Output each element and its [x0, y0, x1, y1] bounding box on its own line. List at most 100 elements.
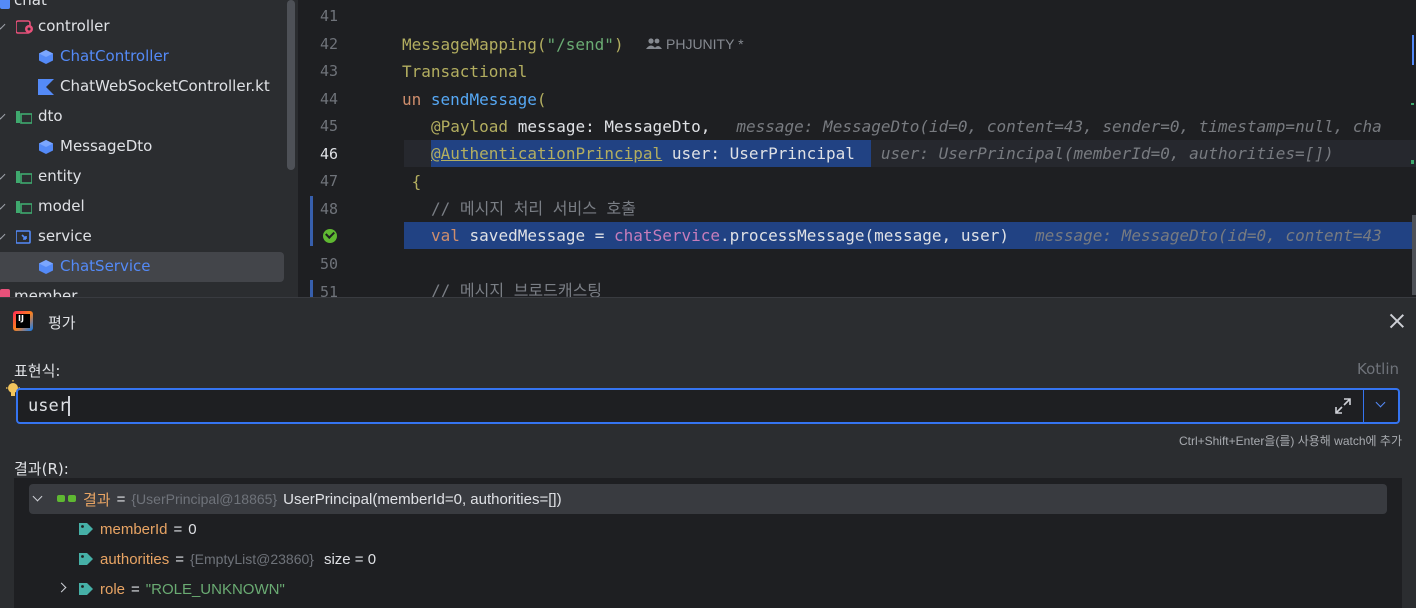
- result-field-row[interactable]: memberId = 0: [78, 514, 197, 544]
- line-number: 50: [319, 255, 338, 273]
- annotation-token: ): [613, 35, 624, 54]
- divider: [1363, 390, 1364, 422]
- line-number: 41: [319, 7, 338, 25]
- vcs-change-marker[interactable]: [310, 280, 313, 297]
- result-root-row[interactable]: 결과 = {UserPrincipal@18865} UserPrincipal…: [29, 484, 1387, 514]
- package-icon: [16, 199, 33, 215]
- class-icon: [38, 259, 54, 275]
- line-number: 47: [319, 172, 338, 190]
- line-number: 44: [319, 90, 338, 108]
- code-text: savedMessage =: [459, 226, 615, 245]
- annotation-token: Transactional: [402, 62, 528, 81]
- line-number: 46: [319, 145, 338, 163]
- tree-item-label: ChatWebSocketController.kt: [60, 77, 270, 95]
- tree-item-label: ChatController: [60, 47, 169, 65]
- tree-item-chatwebsocketcontroller[interactable]: ChatWebSocketController.kt: [0, 72, 284, 102]
- tree-item-member[interactable]: member: [0, 282, 284, 297]
- chevron-down-icon[interactable]: [0, 171, 6, 181]
- kotlin-file-icon: [38, 79, 54, 95]
- tree-item-label: model: [38, 197, 85, 215]
- brace-token: {: [402, 172, 422, 191]
- comment-token: // 메시지 처리 서비스 호출: [431, 199, 636, 218]
- annotation-token: MessageMapping(: [402, 35, 547, 54]
- result-name: 결과: [83, 491, 111, 509]
- tree-scrollbar[interactable]: [287, 0, 295, 170]
- tree-item-chatservice[interactable]: ChatService: [0, 252, 284, 282]
- equals-sign: =: [131, 580, 140, 598]
- field-name: authorities: [100, 550, 170, 568]
- object-ref: {UserPrincipal@18865}: [131, 491, 278, 507]
- code-text: message: MessageDto,: [508, 117, 711, 136]
- inline-debug-hint: user: UserPrincipal(memberId=0, authorit…: [880, 144, 1334, 163]
- result-field-row[interactable]: role = "ROLE_UNKNOWN": [58, 574, 285, 604]
- tree-item-label: chat: [14, 0, 47, 9]
- field-value: "ROLE_UNKNOWN": [145, 580, 285, 598]
- tree-item-messagedto[interactable]: MessageDto: [0, 132, 284, 162]
- tree-item-controller[interactable]: controller: [0, 12, 284, 42]
- code-line-45: @Payload message: MessageDto, message: Me…: [431, 113, 1382, 140]
- field-name: memberId: [100, 520, 168, 538]
- tree-item-chatcontroller[interactable]: ChatController: [0, 42, 284, 72]
- language-selector[interactable]: Kotlin: [1357, 360, 1399, 378]
- tree-item-label: ChatService: [60, 257, 151, 275]
- field-tag-icon: [78, 522, 94, 536]
- watch-glasses-icon: [57, 494, 77, 504]
- code-line-51: // 메시지 브로드캐스팅: [431, 277, 602, 297]
- expression-input[interactable]: user: [16, 388, 1400, 424]
- folder-icon: [0, 0, 10, 9]
- code-line-48: // 메시지 처리 서비스 호출: [431, 195, 636, 222]
- tree-item-label: entity: [38, 167, 82, 185]
- paren-token: (: [536, 90, 547, 109]
- annotation-token: @AuthenticationPrincipal: [431, 144, 663, 163]
- chevron-down-icon[interactable]: [0, 201, 6, 211]
- package-icon: [16, 109, 33, 125]
- author-name: PHJUNITY *: [666, 36, 744, 52]
- code-editor[interactable]: 41 42 43 44 45 46 47 48 50 51 MessageMap…: [298, 0, 1416, 297]
- text-caret: [68, 396, 70, 416]
- expression-value: user: [28, 396, 69, 416]
- line-number: 51: [319, 283, 338, 297]
- tree-item-label: service: [38, 227, 92, 245]
- field-extra: size = 0: [323, 550, 377, 568]
- code-line-43: Transactional: [402, 58, 527, 85]
- scroll-marker: [1411, 160, 1414, 164]
- line-number: 45: [319, 117, 338, 135]
- tree-item-dto[interactable]: dto: [0, 102, 284, 132]
- chevron-down-icon[interactable]: [0, 21, 6, 31]
- code-text: user: UserPrincipal: [662, 144, 855, 163]
- editor-scrollbar[interactable]: [1412, 215, 1416, 295]
- expression-label: 표현식:: [14, 362, 61, 380]
- chevron-down-icon[interactable]: [0, 111, 6, 121]
- chevron-right-icon[interactable]: [58, 583, 68, 593]
- editor-gutter[interactable]: 41 42 43 44 45 46 47 48 50 51: [298, 0, 404, 297]
- field-tag-icon: [78, 582, 94, 596]
- scroll-marker: [1412, 35, 1414, 65]
- chevron-down-icon[interactable]: [33, 494, 43, 504]
- function-token: sendMessage: [430, 90, 537, 109]
- code-text: .processMessage(message, user): [720, 226, 1009, 245]
- vcs-change-marker[interactable]: [310, 196, 313, 246]
- class-icon: [38, 139, 54, 155]
- tree-item-label: MessageDto: [60, 137, 153, 155]
- folder-icon: [0, 289, 10, 297]
- code-line-46: @AuthenticationPrincipal user: UserPrinc…: [431, 140, 1334, 167]
- tree-item-label: member: [14, 287, 78, 297]
- tree-item-entity[interactable]: entity: [0, 162, 284, 192]
- comment-token: // 메시지 브로드캐스팅: [431, 281, 603, 297]
- history-dropdown-icon[interactable]: [1376, 399, 1386, 409]
- expand-icon[interactable]: [1334, 397, 1352, 415]
- chevron-down-icon[interactable]: [0, 231, 6, 241]
- equals-sign: =: [116, 490, 126, 508]
- code-author-hint[interactable]: PHJUNITY *: [646, 36, 744, 52]
- gear-folder-icon: [15, 19, 33, 35]
- evaluate-dialog: IJ 평가 표현식: Kotlin user Ctrl+Shift+Enter을…: [0, 297, 1416, 608]
- class-icon: [38, 49, 54, 65]
- tree-item-service[interactable]: service: [0, 222, 284, 252]
- result-tree[interactable]: 결과 = {UserPrincipal@18865} UserPrincipal…: [14, 478, 1402, 608]
- string-token: "/send": [546, 35, 614, 54]
- equals-sign: =: [173, 520, 183, 538]
- close-icon[interactable]: [1389, 313, 1405, 329]
- result-field-row[interactable]: authorities = {EmptyList@23860} size = 0: [78, 544, 376, 574]
- tree-item-model[interactable]: model: [0, 192, 284, 222]
- breakpoint-check-icon[interactable]: [323, 229, 337, 243]
